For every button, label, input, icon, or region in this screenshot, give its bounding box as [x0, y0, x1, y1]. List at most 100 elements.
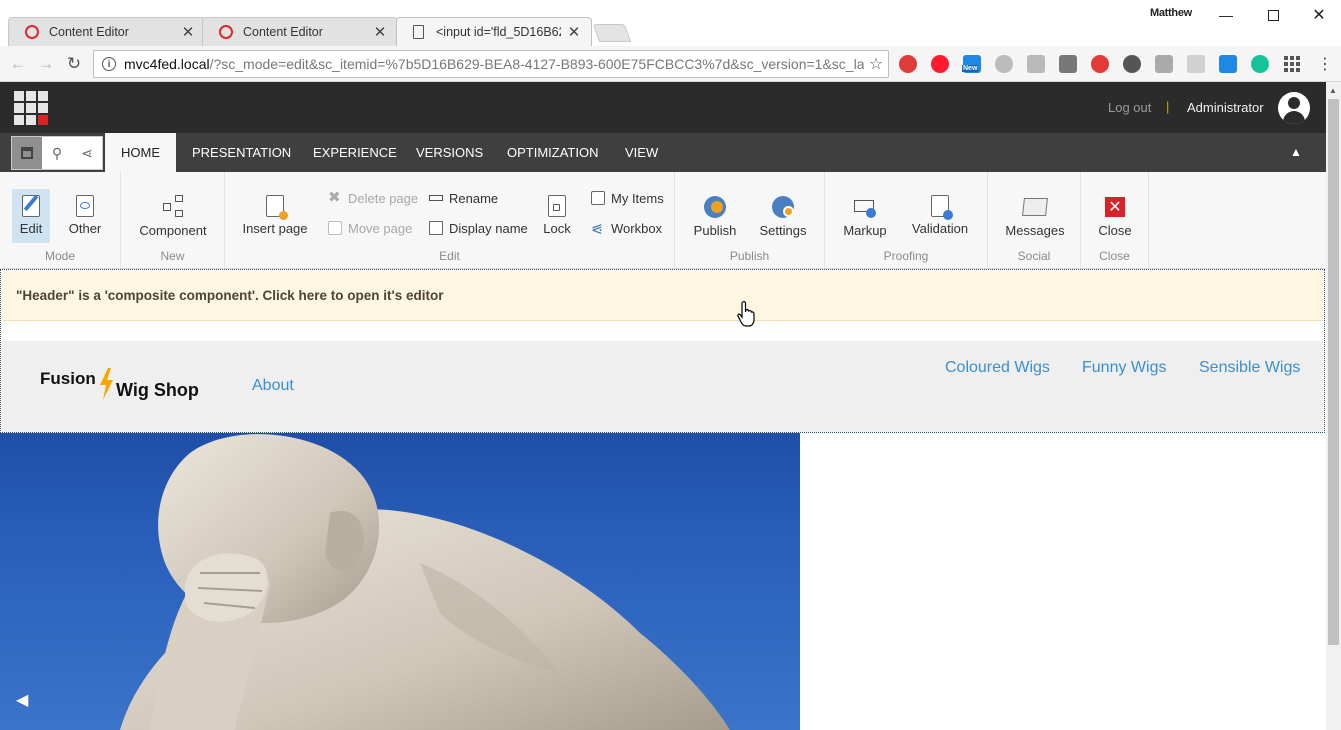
header-separator: | — [1166, 99, 1170, 114]
component-icon — [161, 195, 185, 219]
maximize-icon[interactable] — [1250, 2, 1296, 28]
component-label: Component — [139, 223, 207, 238]
news-extension-icon[interactable]: New — [962, 55, 981, 73]
g-extension-icon[interactable] — [1027, 55, 1045, 73]
lastpass-extension-icon[interactable] — [1091, 55, 1109, 73]
nav-about-link[interactable]: About — [252, 377, 294, 395]
publish-button[interactable]: Publish — [691, 189, 739, 243]
reload-icon[interactable]: ↻ — [63, 53, 85, 75]
workbox-icon: ⪗ — [591, 220, 603, 236]
search-icon[interactable]: ⚲ — [42, 137, 72, 169]
move-page-icon — [328, 221, 342, 235]
user-avatar[interactable] — [1278, 92, 1310, 124]
other-label: Other — [68, 221, 102, 236]
component-button[interactable]: Component — [138, 189, 208, 243]
profile-name[interactable]: Matthew — [1150, 7, 1192, 19]
close-label: Close — [1098, 223, 1132, 238]
rename-icon — [429, 191, 443, 205]
rename-button[interactable]: Rename — [429, 188, 498, 208]
validation-icon — [931, 195, 953, 220]
close-button[interactable]: ✕ Close — [1097, 189, 1133, 243]
move-page-label: Move page — [348, 220, 413, 236]
close-window-icon[interactable]: ✕ — [1296, 2, 1341, 28]
tab-optimization[interactable]: OPTIMIZATION — [491, 133, 614, 172]
move-page-button[interactable]: Move page — [328, 218, 412, 238]
publish-settings-button[interactable]: Settings — [759, 189, 807, 243]
delete-page-label: Delete page — [348, 190, 419, 206]
tab-presentation[interactable]: PRESENTATION — [176, 133, 307, 172]
new-badge: New — [962, 65, 979, 72]
tab-experience[interactable]: EXPERIENCE — [297, 133, 413, 172]
chunk-proofing: Markup Validation Proofing — [825, 172, 988, 269]
insert-page-icon — [266, 195, 288, 220]
fi-extension-icon[interactable] — [1219, 55, 1237, 73]
insert-page-label: Insert page — [242, 221, 308, 236]
composite-component-notice[interactable]: "Header" is a 'composite component'. Cli… — [2, 270, 1323, 321]
scrollbar-thumb[interactable] — [1328, 99, 1339, 645]
tab-home[interactable]: HOME — [105, 133, 176, 172]
edit-label: Edit — [19, 221, 43, 236]
collapse-ribbon-icon[interactable]: ▲ — [1290, 145, 1304, 159]
site-header[interactable]: Fusion Wig Shop About Coloured Wigs Funn… — [2, 341, 1323, 432]
tab-versions[interactable]: VERSIONS — [400, 133, 499, 172]
bookmark-star-icon[interactable]: ☆ — [864, 54, 888, 74]
info-icon[interactable]: i — [102, 57, 116, 71]
markup-button[interactable]: Markup — [841, 189, 889, 243]
user-name[interactable]: Administrator — [1187, 100, 1264, 115]
chunk-title: New — [160, 249, 185, 263]
close-tab-icon[interactable]: ✕ — [181, 23, 195, 41]
my-items-button[interactable]: My Items — [591, 188, 664, 208]
sitecore-launchpad-icon[interactable] — [14, 91, 48, 125]
extension-icon[interactable] — [1123, 55, 1141, 73]
browser-menu-icon[interactable]: ⋮ — [1314, 53, 1336, 75]
new-tab-button[interactable] — [592, 24, 632, 42]
lock-button[interactable]: Lock — [541, 189, 573, 243]
hero-image[interactable]: ◀ — [0, 433, 800, 730]
logout-link[interactable]: Log out — [1108, 100, 1151, 115]
tab-title: <input id='fld_5D16B629 — [436, 25, 561, 39]
extension-icon[interactable] — [899, 55, 917, 73]
sitecore-favicon-icon — [25, 25, 39, 39]
extension-icon[interactable] — [1187, 55, 1205, 73]
facepalm-statue-image — [120, 434, 730, 730]
browser-tab[interactable]: Content Editor ✕ — [202, 17, 398, 46]
close-tab-icon[interactable]: ✕ — [567, 23, 581, 41]
chunk-publish: Publish Settings Publish — [675, 172, 825, 269]
insert-page-button[interactable]: Insert page — [242, 189, 308, 243]
validation-button[interactable]: Validation — [909, 189, 971, 243]
workbox-button[interactable]: ⪗ Workbox — [591, 218, 662, 238]
publish-globe-icon — [703, 195, 727, 219]
edit-mode-button[interactable]: Edit — [12, 189, 50, 243]
close-tab-icon[interactable]: ✕ — [373, 23, 387, 41]
carousel-prev-icon[interactable]: ◀ — [16, 690, 28, 710]
tab-title: Content Editor — [49, 25, 129, 39]
sitecore-favicon-icon — [219, 25, 233, 39]
minimize-icon[interactable]: — — [1203, 2, 1249, 28]
skype-extension-icon[interactable] — [995, 55, 1013, 73]
save-icon[interactable] — [12, 137, 42, 169]
delete-page-button[interactable]: ✖ Delete page — [328, 188, 418, 208]
extension-icon[interactable] — [1155, 55, 1173, 73]
other-mode-button[interactable]: Other — [64, 189, 106, 243]
address-bar[interactable]: i mvc4fed.local /?sc_mode=edit&sc_itemid… — [93, 50, 889, 78]
browser-tab[interactable]: Content Editor ✕ — [8, 17, 206, 46]
ribbon-tabs: ⚲ ⋖ HOME PRESENTATION EXPERIENCE VERSION… — [0, 133, 1326, 172]
browser-tab-active[interactable]: <input id='fld_5D16B629 ✕ — [396, 17, 592, 46]
nav-funny-wigs-link[interactable]: Funny Wigs — [1082, 359, 1166, 377]
opera-extension-icon[interactable] — [931, 55, 949, 73]
extension-icon[interactable] — [1059, 55, 1077, 73]
nav-coloured-wigs-link[interactable]: Coloured Wigs — [945, 359, 1050, 377]
tab-view[interactable]: VIEW — [609, 133, 674, 172]
spacer — [2, 322, 1323, 341]
display-name-button[interactable]: Display name — [429, 218, 528, 238]
nav-sensible-wigs-link[interactable]: Sensible Wigs — [1199, 359, 1300, 377]
navigation-tree-icon[interactable]: ⋖ — [72, 137, 102, 169]
forward-icon[interactable]: → — [35, 53, 57, 75]
messages-button[interactable]: Messages — [1005, 189, 1065, 243]
apps-grid-icon[interactable] — [1283, 55, 1301, 73]
page-scrollbar[interactable]: ▲ — [1326, 82, 1341, 730]
rename-label: Rename — [449, 190, 499, 206]
back-icon[interactable]: ← — [7, 53, 29, 75]
scroll-up-icon[interactable]: ▲ — [1329, 86, 1337, 95]
grammarly-extension-icon[interactable] — [1251, 55, 1269, 73]
